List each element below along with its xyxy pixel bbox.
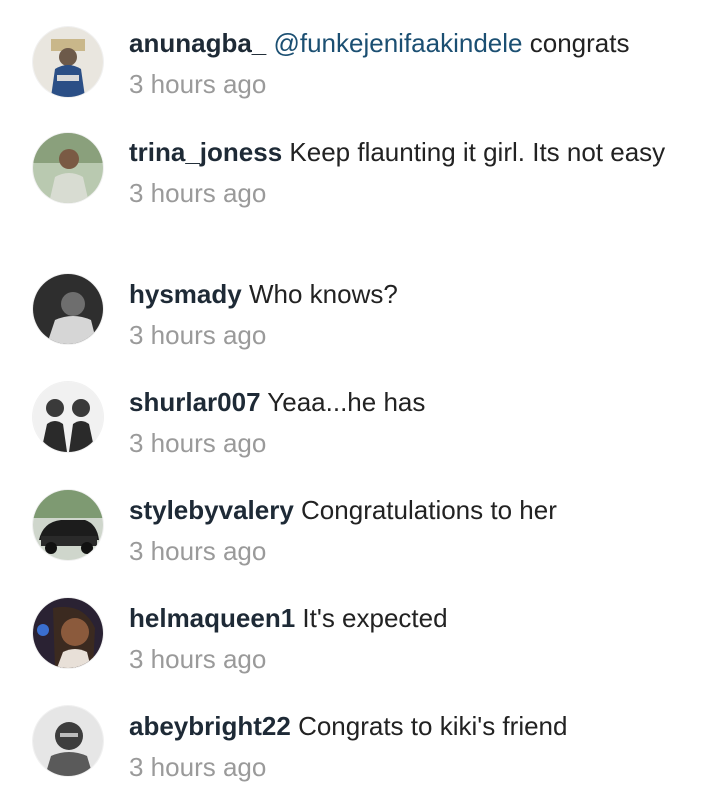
comment-body: helmaqueen1 It's expected 3 hours ago <box>129 602 689 675</box>
avatar[interactable] <box>33 706 103 776</box>
comment-timestamp: 3 hours ago <box>129 752 267 782</box>
username-link[interactable]: stylebyvalery <box>129 495 294 525</box>
avatar-photo-icon <box>33 274 103 344</box>
comment-message: congrats <box>529 28 630 58</box>
comment-body: hysmady Who knows? 3 hours ago <box>129 278 689 351</box>
avatar-photo-icon <box>33 598 103 668</box>
username-link[interactable]: abeybright22 <box>129 711 291 741</box>
avatar-photo-icon <box>33 706 103 776</box>
comment-text: trina_joness Keep flaunting it girl. Its… <box>129 136 689 169</box>
comment-body: trina_joness Keep flaunting it girl. Its… <box>129 136 689 209</box>
mention-link[interactable]: @funkejenifaakindele <box>273 28 522 58</box>
comment-timestamp: 3 hours ago <box>129 69 267 99</box>
username-link[interactable]: anunagba_ <box>129 28 266 58</box>
comment-message: Keep flaunting it girl. Its not easy <box>289 137 666 167</box>
comment-timestamp: 3 hours ago <box>129 644 267 674</box>
avatar-photo-icon <box>33 490 103 560</box>
avatar[interactable] <box>33 490 103 560</box>
comment-text: shurlar007 Yeaa...he has <box>129 386 689 419</box>
avatar-photo-icon <box>33 382 103 452</box>
comment-message: It's expected <box>302 603 448 633</box>
comment-text: abeybright22 Congrats to kiki's friend <box>129 710 689 743</box>
comment-message: Yeaa...he has <box>267 387 426 417</box>
avatar-photo-icon <box>33 133 103 203</box>
comment-text: helmaqueen1 It's expected <box>129 602 689 635</box>
avatar-photo-icon <box>33 27 103 97</box>
avatar[interactable] <box>33 598 103 668</box>
comment-body: anunagba_ @funkejenifaakindele congrats … <box>129 27 689 100</box>
comment-message: Congrats to kiki's friend <box>298 711 568 741</box>
comment-message: Congratulations to her <box>301 495 557 525</box>
avatar[interactable] <box>33 274 103 344</box>
avatar[interactable] <box>33 382 103 452</box>
comment-timestamp: 3 hours ago <box>129 178 267 208</box>
comment-timestamp: 3 hours ago <box>129 320 267 350</box>
comments-list: anunagba_ @funkejenifaakindele congrats … <box>0 0 720 802</box>
comment-timestamp: 3 hours ago <box>129 536 267 566</box>
comment-text: hysmady Who knows? <box>129 278 689 311</box>
username-link[interactable]: helmaqueen1 <box>129 603 295 633</box>
username-link[interactable]: shurlar007 <box>129 387 261 417</box>
username-link[interactable]: trina_joness <box>129 137 282 167</box>
comment-text: anunagba_ @funkejenifaakindele congrats <box>129 27 689 60</box>
comment-body: shurlar007 Yeaa...he has 3 hours ago <box>129 386 689 459</box>
avatar[interactable] <box>33 27 103 97</box>
username-link[interactable]: hysmady <box>129 279 242 309</box>
comment-text: stylebyvalery Congratulations to her <box>129 494 689 527</box>
avatar[interactable] <box>33 133 103 203</box>
comment-body: abeybright22 Congrats to kiki's friend 3… <box>129 710 689 783</box>
comment-body: stylebyvalery Congratulations to her 3 h… <box>129 494 689 567</box>
comment-timestamp: 3 hours ago <box>129 428 267 458</box>
comment-message: Who knows? <box>248 279 398 309</box>
